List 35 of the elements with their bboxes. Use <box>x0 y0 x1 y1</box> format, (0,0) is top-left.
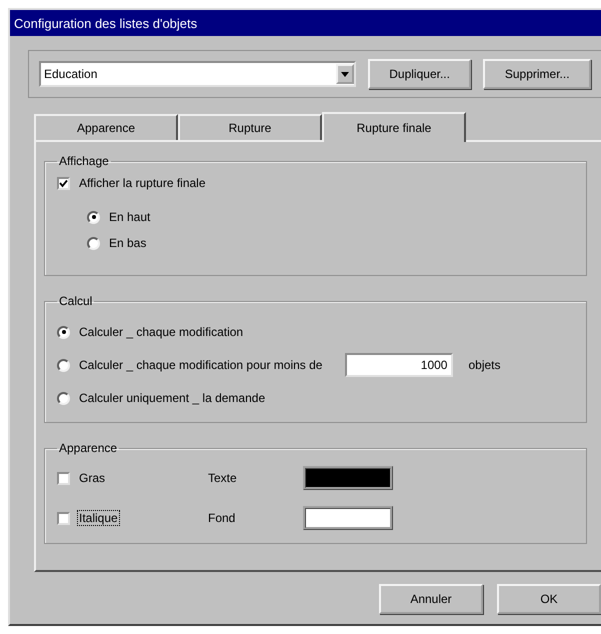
radio-label: Calculer uniquement _ la demande <box>78 391 266 405</box>
radio-button[interactable] <box>87 236 100 250</box>
group-title: Affichage <box>58 154 110 168</box>
delete-button[interactable]: Supprimer... <box>483 59 591 89</box>
checkbox[interactable] <box>57 472 70 484</box>
radio-label: Calculer _ chaque modification <box>78 325 244 339</box>
radio-button[interactable] <box>57 392 70 404</box>
cancel-button[interactable]: Annuler <box>379 584 483 614</box>
radio-label: En bas <box>108 236 148 250</box>
color-label: Texte <box>207 471 238 485</box>
checkbox-label: Gras <box>78 471 106 485</box>
list-dropdown[interactable]: Education <box>39 61 356 87</box>
checkbox-label: Afficher la rupture finale <box>78 176 207 190</box>
radio-label: Calculer _ chaque modification pour moins de <box>78 358 324 372</box>
radio-button[interactable] <box>87 210 100 224</box>
color-label: Fond <box>207 511 236 525</box>
checkbox[interactable] <box>57 176 70 190</box>
radio-label: En haut <box>108 210 152 224</box>
color-swatch[interactable] <box>303 506 393 530</box>
count-field[interactable]: 1000 <box>345 353 454 377</box>
duplicate-button[interactable]: Dupliquer... <box>368 59 472 89</box>
tab[interactable]: Rupture finale <box>322 112 466 142</box>
group-title: Apparence <box>58 441 118 455</box>
tab[interactable]: Rupture <box>178 114 322 140</box>
checkbox-label: Italique <box>78 511 119 525</box>
color-swatch[interactable] <box>303 466 393 490</box>
radio-button[interactable] <box>57 326 70 338</box>
ok-button[interactable]: OK <box>497 584 601 614</box>
caret-icon <box>340 72 349 76</box>
radio-button[interactable] <box>57 358 70 372</box>
tab[interactable]: Apparence <box>34 114 178 140</box>
unit-label: objets <box>467 358 502 372</box>
group-title: Calcul <box>58 294 94 308</box>
window-title: Configuration des listes d'objets <box>10 10 601 36</box>
checkbox[interactable] <box>57 512 70 524</box>
